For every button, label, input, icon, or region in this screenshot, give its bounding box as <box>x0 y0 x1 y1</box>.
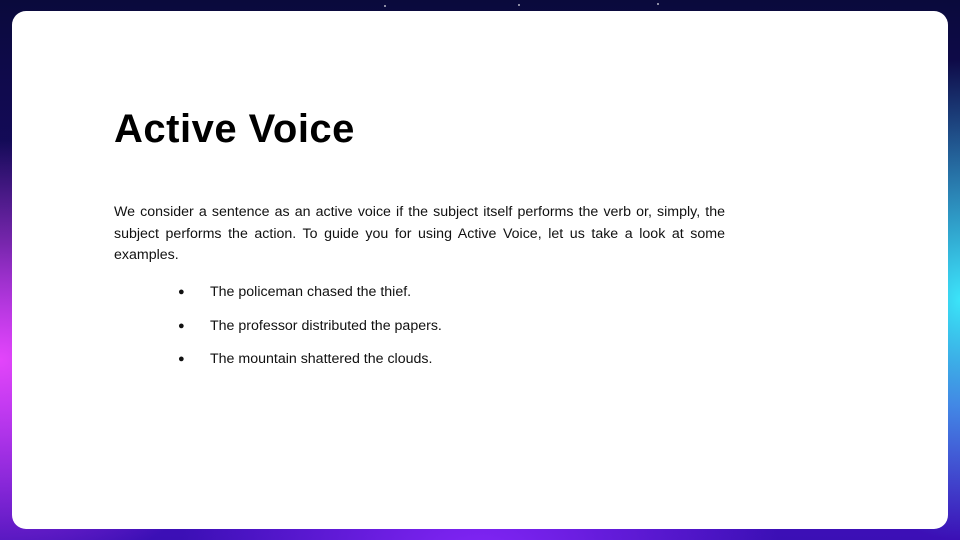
bullet-icon: ● <box>178 319 185 332</box>
list-item: ● The professor distributed the papers. <box>178 315 442 337</box>
example-text: The mountain shattered the clouds. <box>210 351 433 367</box>
list-item: ● The policeman chased the thief. <box>178 281 442 303</box>
example-text: The policeman chased the thief. <box>210 284 412 300</box>
examples-list: ● The policeman chased the thief. ● The … <box>178 281 442 382</box>
star-decoration <box>384 5 386 7</box>
list-item: ● The mountain shattered the clouds. <box>178 348 442 370</box>
bullet-icon: ● <box>178 353 185 365</box>
slide-title: Active Voice <box>114 107 355 151</box>
slide-card: Active Voice We consider a sentence as a… <box>12 11 948 529</box>
slide-body-text: We consider a sentence as an active voic… <box>114 204 725 263</box>
star-decoration <box>518 4 520 6</box>
example-text: The professor distributed the papers. <box>210 317 442 334</box>
star-decoration <box>657 3 659 5</box>
bullet-icon: ● <box>178 286 185 298</box>
